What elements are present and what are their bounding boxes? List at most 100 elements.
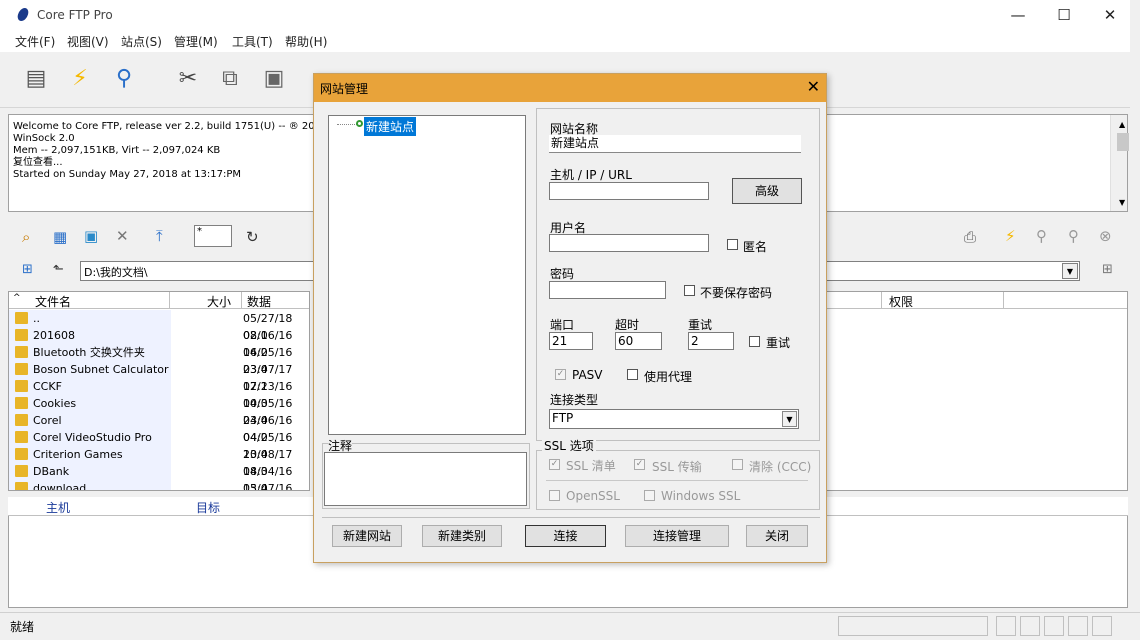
list-item[interactable]: Cookies 04/05/16 23:4 [9,395,309,427]
pasv-checkbox[interactable]: ✓ [555,369,566,380]
col-name[interactable]: 文件名 [35,293,71,310]
remote-disconnect-icon[interactable]: ⚲ [1068,227,1079,245]
list-item[interactable]: Boson Subnet Calculator 03/07/17 17:2 [9,361,309,393]
retry-checkbox[interactable] [749,336,760,347]
menu-file[interactable]: 文件(F) [15,33,55,50]
filter-input[interactable]: * [194,225,232,247]
chevron-down-icon[interactable]: ▼ [782,411,797,427]
file-name: Cookies [33,397,77,410]
parent-folder-icon[interactable]: ⬑ [53,262,64,277]
close-button[interactable]: ✕ [1087,0,1133,30]
use-proxy-checkbox[interactable] [627,369,638,380]
view-icon[interactable]: ▦ [53,228,67,246]
password-field[interactable] [549,281,666,299]
paste-icon[interactable]: ▣ [258,62,290,94]
col-host[interactable]: 主机 [46,499,70,516]
list-item[interactable]: CCKF 02/13/16 10:3 [9,378,309,410]
file-name: CCKF [33,380,62,393]
timeout-label: 超时 [615,318,640,332]
ssl-list-checkbox[interactable]: ✓ [549,459,560,470]
dialog-title-bar[interactable]: 网站管理 ✕ [314,74,826,102]
openssl-checkbox[interactable] [549,490,560,501]
list-item[interactable]: Corel VideoStudio Pro 04/05/16 23:4 [9,429,309,461]
scroll-thumb[interactable] [1117,133,1129,151]
conn-type-select[interactable]: FTP ▼ [549,409,799,429]
local-file-list[interactable]: ^ 文件名 大小 数据 .. 05/27/18 02:0 201608 08/16/… [8,291,310,491]
sort-icon[interactable]: ^ [13,293,21,303]
col-permissions[interactable]: 权限 [889,293,913,310]
scroll-down-icon[interactable]: ▼ [1119,197,1125,209]
port-field[interactable]: 21 [549,332,593,350]
remote-stop-icon[interactable]: ⊗ [1099,227,1112,245]
dialog-close-button[interactable]: 关闭 [746,525,808,547]
chevron-down-icon[interactable]: ▼ [1062,263,1078,279]
col-target[interactable]: 目标 [196,499,220,516]
site-tree[interactable]: 新建站点 [328,115,526,435]
log-scrollbar[interactable]: ▲ ▼ [1110,115,1129,211]
menu-tools[interactable]: 工具(T) [232,33,273,50]
status-bar: 就绪 [0,612,1140,640]
local-path-input[interactable]: D:\我的文档\ [80,261,320,281]
app-logo-icon [16,8,30,21]
list-item[interactable]: download 03/07/16 14:3 [9,480,309,491]
new-site-button[interactable]: 新建网站 [332,525,402,547]
tree-view-icon[interactable]: ⊞ [22,262,33,277]
file-name: download [33,482,87,491]
list-item[interactable]: 201608 08/16/16 16:2 [9,327,309,359]
new-category-button[interactable]: 新建类别 [422,525,502,547]
anonymous-label: 匿名 [743,240,768,254]
list-item[interactable]: .. 05/27/18 02:0 [9,310,309,342]
tree-item-new-site[interactable]: 新建站点 [364,117,417,136]
ssl-transfer-label: SSL 传输 [652,460,702,474]
clear-ccc-checkbox[interactable] [732,459,743,470]
status-panel [1092,616,1112,636]
notes-textarea[interactable] [324,452,527,506]
connect-button[interactable]: 连接 [525,525,606,547]
advanced-button[interactable]: 高级 [732,178,802,204]
menu-manage[interactable]: 管理(M) [174,33,218,50]
remote-print-icon[interactable]: ⎙ [964,228,976,246]
site-manager-icon[interactable]: ▤ [20,62,52,94]
site-name-field[interactable]: 新建站点 [549,135,801,153]
quick-connect-icon[interactable]: ⚡ [64,62,96,94]
anonymous-checkbox[interactable] [727,239,738,250]
folder-icon [15,414,28,426]
list-item[interactable]: Bluetooth 交换文件夹 04/05/16 23:4 [9,344,309,376]
windows-ssl-checkbox[interactable] [644,490,655,501]
delete-icon[interactable]: ✕ [116,227,129,245]
remote-file-list[interactable]: 权限 [826,291,1128,491]
minimize-button[interactable]: — [995,0,1041,30]
maximize-button[interactable]: ☐ [1041,0,1087,30]
remote-tree-icon[interactable]: ⊞ [1102,262,1113,277]
username-field[interactable] [549,234,709,252]
dialog-close-icon[interactable]: ✕ [807,77,820,96]
folder-icon [15,465,28,477]
list-item[interactable]: Corel 04/06/16 04:2 [9,412,309,444]
menu-view[interactable]: 视图(V) [67,33,109,50]
menu-sites[interactable]: 站点(S) [121,33,162,50]
new-folder-icon[interactable]: ▣ [84,227,98,245]
list-item[interactable]: DBank 04/04/16 15:4 [9,463,309,490]
col-date[interactable]: 数据 [247,293,271,310]
menu-help[interactable]: 帮助(H) [285,33,327,50]
remote-path-select[interactable] [826,261,1080,281]
connect-plug-icon[interactable]: ⚲ [108,62,140,94]
search-icon[interactable]: ⌕ [22,228,30,246]
remote-plug-icon[interactable]: ⚲ [1036,227,1047,245]
timeout-field[interactable]: 60 [615,332,662,350]
copy-icon[interactable]: ⧉ [214,62,246,94]
cut-icon[interactable]: ✂ [172,62,204,94]
retry-field[interactable]: 2 [688,332,734,350]
refresh-icon[interactable]: ↻ [246,228,259,246]
ssl-transfer-checkbox[interactable]: ✓ [634,459,645,470]
upload-icon[interactable]: ⤒ [156,227,163,245]
remote-connect-icon[interactable]: ⚡ [1005,227,1016,245]
connection-manage-button[interactable]: 连接管理 [625,525,729,547]
scroll-up-icon[interactable]: ▲ [1119,119,1125,131]
list-item[interactable]: Criterion Games 10/08/17 18:3 [9,446,309,478]
host-field[interactable] [549,182,709,200]
file-name: Boson Subnet Calculator [33,363,169,376]
folder-icon [15,329,28,341]
dont-save-password-checkbox[interactable] [684,285,695,296]
col-size[interactable]: 大小 [207,293,231,310]
